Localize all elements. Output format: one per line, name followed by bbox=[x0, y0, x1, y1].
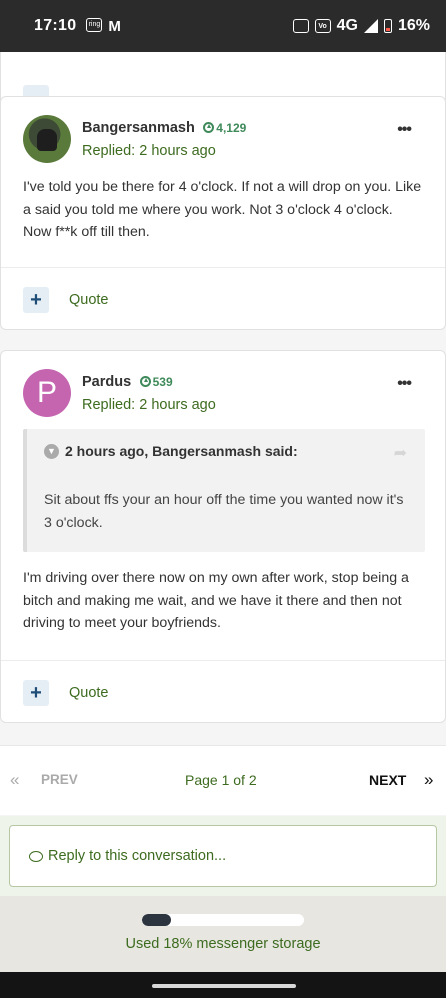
multiquote-button[interactable]: + bbox=[23, 680, 49, 706]
avatar-letter: P bbox=[36, 376, 57, 409]
reply-placeholder: Reply to this conversation... bbox=[48, 848, 227, 864]
replied-time[interactable]: Replied: 2 hours ago bbox=[82, 397, 216, 413]
storage-progress-bar bbox=[142, 914, 304, 926]
plus-icon: + bbox=[30, 288, 42, 311]
last-page-icon[interactable]: » bbox=[424, 770, 433, 790]
battery-percent: 16% bbox=[397, 17, 430, 34]
gmail-icon: M bbox=[108, 17, 121, 35]
first-page-icon[interactable]: « bbox=[10, 770, 19, 790]
storage-panel: Used 18% messenger storage bbox=[0, 896, 446, 972]
next-button[interactable]: NEXT bbox=[369, 772, 406, 788]
more-options-icon[interactable]: ••• bbox=[397, 121, 412, 139]
comment-bubble-icon bbox=[29, 850, 43, 862]
status-right: Vo 4G 16% bbox=[292, 17, 430, 35]
post-meta: Bangersanmash 4,129 Replied: 2 hours ago bbox=[82, 119, 246, 159]
volte-icon: Vo bbox=[314, 19, 331, 33]
reply-area: Reply to this conversation... bbox=[0, 816, 446, 896]
avatar[interactable]: P bbox=[23, 369, 71, 417]
reputation-count: 539 bbox=[152, 375, 173, 389]
post-body: I'm driving over there now on my own aft… bbox=[23, 570, 409, 631]
post-actions: + Quote bbox=[23, 287, 109, 313]
go-to-quote-icon[interactable]: ➦ bbox=[394, 443, 407, 463]
username-link[interactable]: Bangersanmash bbox=[82, 120, 195, 136]
notification-icons: ring M bbox=[86, 17, 121, 35]
ring-notification-icon: ring bbox=[86, 17, 103, 32]
quoted-message: ▼ 2 hours ago, Bangersanmash said: ➦ Sit… bbox=[23, 429, 425, 552]
status-time: 17:10 bbox=[34, 17, 77, 34]
reply-input[interactable]: Reply to this conversation... bbox=[9, 825, 437, 887]
pagination: « PREV Page 1 of 2 NEXT » bbox=[0, 745, 446, 815]
message-post: P Pardus 539 Replied: 2 hours ago ••• ▼ … bbox=[0, 350, 446, 723]
username-link[interactable]: Pardus bbox=[82, 374, 131, 390]
storage-progress-fill bbox=[142, 914, 172, 926]
system-navigation-bar bbox=[0, 972, 446, 998]
network-type: 4G bbox=[336, 17, 358, 34]
quote-button[interactable]: Quote bbox=[69, 292, 109, 308]
avatar[interactable] bbox=[23, 115, 71, 163]
storage-label: Used 18% messenger storage bbox=[125, 936, 321, 952]
conversation-content[interactable]: Bangersanmash 4,129 Replied: 2 hours ago… bbox=[0, 52, 446, 972]
chevron-down-icon[interactable]: ▼ bbox=[44, 443, 59, 459]
post-actions: + Quote bbox=[23, 680, 109, 706]
post-meta: Pardus 539 Replied: 2 hours ago bbox=[82, 373, 216, 413]
reputation-up-icon bbox=[139, 376, 151, 387]
quote-text: Sit about ffs your an hour off the time … bbox=[44, 492, 404, 531]
battery-icon bbox=[383, 19, 392, 33]
divider bbox=[1, 660, 445, 661]
quote-header[interactable]: ▼ 2 hours ago, Bangersanmash said: bbox=[44, 443, 298, 459]
reputation-badge: 4,129 bbox=[203, 121, 246, 135]
quote-button[interactable]: Quote bbox=[69, 685, 109, 701]
divider bbox=[1, 267, 445, 268]
status-bar: 17:10 ring M Vo 4G 16% bbox=[0, 0, 446, 52]
more-options-icon[interactable]: ••• bbox=[397, 375, 412, 393]
reputation-count: 4,129 bbox=[216, 121, 247, 135]
post-body: I've told you be there for 4 o'clock. If… bbox=[23, 179, 422, 240]
plus-icon: + bbox=[30, 681, 42, 704]
multiquote-button[interactable]: + bbox=[23, 287, 49, 313]
prev-button[interactable]: PREV bbox=[41, 772, 78, 787]
replied-time[interactable]: Replied: 2 hours ago bbox=[82, 143, 246, 159]
message-post: Bangersanmash 4,129 Replied: 2 hours ago… bbox=[0, 96, 446, 330]
home-gesture-handle[interactable] bbox=[152, 984, 296, 988]
nfc-icon bbox=[292, 19, 309, 33]
signal-icon bbox=[363, 19, 378, 33]
reputation-badge: 539 bbox=[139, 375, 173, 389]
page-jump[interactable]: Page 1 of 2 bbox=[185, 772, 257, 788]
reputation-up-icon bbox=[203, 122, 215, 133]
quote-header-text: 2 hours ago, Bangersanmash said: bbox=[65, 443, 298, 459]
